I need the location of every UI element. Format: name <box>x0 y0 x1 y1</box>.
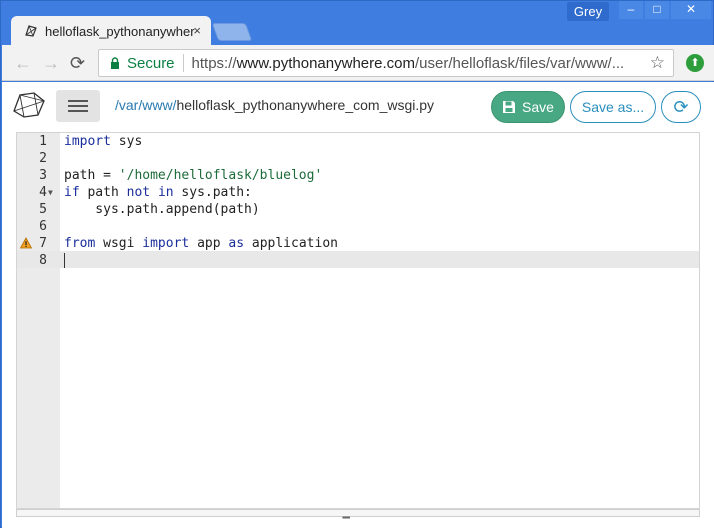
browser-tab[interactable]: helloflask_pythonanywhere × <box>11 16 211 46</box>
maximize-button[interactable]: □ <box>645 1 669 19</box>
reload-icon[interactable]: ⟳ <box>70 51 85 75</box>
secure-label: Secure <box>127 54 175 72</box>
titlebar: helloflask_pythonanywhere × Grey – □ ✕ <box>1 1 714 46</box>
new-tab-button[interactable] <box>211 23 253 41</box>
code-line[interactable]: 7 from wsgi import app as application <box>17 235 699 252</box>
menu-button[interactable] <box>56 90 100 122</box>
code-text: path = '/home/helloflask/bluelog' <box>64 168 323 183</box>
url-path: /user/helloflask/files/var/www/... <box>414 54 625 72</box>
lock-icon <box>109 57 121 69</box>
code-line[interactable]: 1 import sys <box>17 133 699 150</box>
address-bar[interactable]: Secure https://www.pythonanywhere.com/us… <box>98 49 674 77</box>
code-line[interactable]: 5 sys.path.append(path) <box>17 201 699 218</box>
tab-close-icon[interactable]: × <box>193 23 201 39</box>
code-text: sys.path.append(path) <box>64 202 260 217</box>
code-line[interactable]: 6 <box>17 218 699 235</box>
code-line[interactable]: 2 <box>17 150 699 167</box>
line-number: 1 <box>39 134 47 149</box>
code-line[interactable]: 8 <box>17 252 699 269</box>
url-host: www.pythonanywhere.com <box>236 54 415 72</box>
file-path-name: helloflask_pythonanywhere_com_wsgi.py <box>176 97 435 113</box>
code-line[interactable]: 4 ▼ if path not in sys.path: <box>17 184 699 201</box>
bookmark-star-icon[interactable]: ☆ <box>650 53 665 73</box>
save-button[interactable]: Save <box>491 91 565 123</box>
line-number: 8 <box>39 253 47 268</box>
extension-update-icon[interactable]: ⬆ <box>686 54 704 72</box>
code-text: if path not in sys.path: <box>64 185 252 200</box>
code-text: import sys <box>64 134 143 149</box>
floppy-disk-icon <box>502 100 516 114</box>
minimize-button[interactable]: – <box>619 1 643 19</box>
line-number: 6 <box>39 219 47 234</box>
back-icon[interactable]: ← <box>14 51 32 75</box>
fold-arrow-icon[interactable]: ▼ <box>48 184 53 201</box>
omnibox-divider <box>182 54 184 72</box>
profile-button[interactable]: Grey <box>567 2 609 21</box>
browser-toolbar: ← → ⟳ Secure https://www.pythonanywhere.… <box>2 45 714 81</box>
hamburger-icon <box>68 100 88 102</box>
page-content: /var/www/helloflask_pythonanywhere_com_w… <box>2 82 714 528</box>
close-window-button[interactable]: ✕ <box>671 1 711 19</box>
pythonanywhere-logo[interactable] <box>10 89 48 121</box>
url-scheme: https:// <box>191 54 237 72</box>
horizontal-scrollbar[interactable] <box>16 509 700 517</box>
save-as-button[interactable]: Save as... <box>570 91 656 123</box>
line-number: 3 <box>39 168 47 183</box>
pythonanywhere-favicon-icon <box>23 23 39 39</box>
browser-window: helloflask_pythonanywhere × Grey – □ ✕ ←… <box>0 0 714 528</box>
tab-title: helloflask_pythonanywhere <box>45 23 195 39</box>
refresh-icon[interactable]: ⟳ <box>661 91 701 123</box>
text-cursor <box>64 253 65 268</box>
hamburger-icon-line <box>68 105 88 107</box>
code-editor[interactable]: 1 import sys 2 3 path = '/home/helloflask/bl… <box>16 132 700 509</box>
hamburger-icon-line <box>68 110 88 112</box>
save-button-label: Save <box>522 99 554 115</box>
forward-icon[interactable]: → <box>42 51 60 75</box>
line-number: 5 <box>39 202 47 217</box>
code-line[interactable]: 3 path = '/home/helloflask/bluelog' <box>17 167 699 184</box>
line-number: 2 <box>39 151 47 166</box>
resize-handle-icon[interactable]: ▪▪▪▪ <box>342 513 356 522</box>
file-path: /var/www/helloflask_pythonanywhere_com_w… <box>115 97 434 113</box>
file-path-dir[interactable]: /var/www/ <box>115 97 176 113</box>
code-text: from wsgi import app as application <box>64 236 338 251</box>
line-number: 4 <box>39 185 47 200</box>
line-number: 7 <box>39 236 47 251</box>
url-text[interactable]: https://www.pythonanywhere.com/user/hell… <box>192 55 648 72</box>
